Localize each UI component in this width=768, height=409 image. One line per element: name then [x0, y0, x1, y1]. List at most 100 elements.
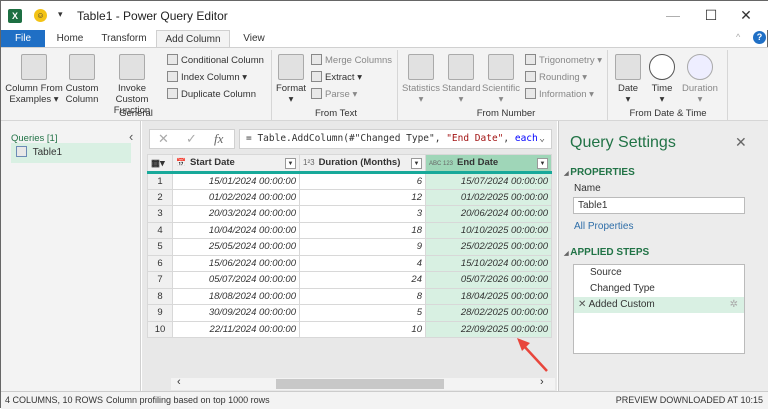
- maximize-button[interactable]: ☐: [701, 7, 721, 24]
- table-row: 7 05/07/2024 00:00:00 24 05/07/2026 00:00:0…: [147, 271, 552, 289]
- cell-duration[interactable]: 4: [299, 254, 426, 272]
- expand-formula-icon[interactable]: ⌄: [539, 130, 545, 148]
- cell-duration[interactable]: 18: [299, 221, 426, 239]
- cell-start-date[interactable]: 15/06/2024 00:00:00: [172, 254, 300, 272]
- cell-start-date[interactable]: 20/03/2024 00:00:00: [172, 205, 300, 223]
- collapse-ribbon-icon[interactable]: ^: [736, 32, 740, 42]
- cell-end-date[interactable]: 01/02/2025 00:00:00: [425, 188, 552, 206]
- ribbon: Column From Examples ▾ Custom Column Inv…: [1, 47, 768, 121]
- cell-end-date[interactable]: 18/04/2025 00:00:00: [425, 287, 552, 305]
- cell-start-date[interactable]: 01/02/2024 00:00:00: [172, 188, 300, 206]
- column-header-end-date[interactable]: ABC 123 End Date ▼: [425, 154, 552, 174]
- filter-dropdown-icon[interactable]: ▼: [537, 158, 548, 169]
- query-item-table1[interactable]: Table1: [11, 143, 131, 163]
- tab-home[interactable]: Home: [49, 30, 91, 47]
- cell-start-date[interactable]: 25/05/2024 00:00:00: [172, 238, 300, 256]
- close-settings-icon[interactable]: ✕: [735, 134, 747, 151]
- cell-duration[interactable]: 9: [299, 238, 426, 256]
- tab-transform[interactable]: Transform: [97, 30, 151, 47]
- tab-view[interactable]: View: [233, 30, 275, 47]
- cell-start-date[interactable]: 22/11/2024 00:00:00: [172, 320, 300, 338]
- merge-columns-button[interactable]: Merge Columns: [311, 54, 392, 66]
- cell-duration[interactable]: 24: [299, 271, 426, 289]
- confirm-formula-icon[interactable]: ✓: [186, 131, 197, 147]
- table-menu-button[interactable]: ▦▾: [147, 154, 173, 174]
- status-profiling[interactable]: Column profiling based on top 1000 rows: [106, 392, 270, 409]
- cell-start-date[interactable]: 10/04/2024 00:00:00: [172, 221, 300, 239]
- filter-dropdown-icon[interactable]: ▼: [411, 158, 422, 169]
- cell-duration[interactable]: 6: [299, 172, 426, 190]
- column-header-duration[interactable]: 1²3 Duration (Months) ▼: [299, 154, 426, 174]
- duration-button[interactable]: Duration ▾: [679, 54, 721, 105]
- step-source[interactable]: Source: [574, 265, 744, 281]
- filter-dropdown-icon[interactable]: ▼: [285, 158, 296, 169]
- time-button[interactable]: Time ▾: [646, 54, 678, 105]
- standard-button[interactable]: Standard ▾: [442, 54, 481, 105]
- trigonometry-button[interactable]: Trigonometry ▾: [525, 54, 602, 66]
- tab-add-column[interactable]: Add Column: [156, 30, 230, 47]
- parse-button[interactable]: Parse ▾: [311, 88, 357, 100]
- status-columns-rows: 4 COLUMNS, 10 ROWS: [5, 395, 104, 405]
- invoke-custom-function-button[interactable]: Invoke Custom Function: [101, 54, 163, 116]
- column-header-start-date[interactable]: 📅 Start Date ▼: [172, 154, 300, 174]
- custom-column-button[interactable]: Custom Column: [64, 54, 100, 105]
- tab-file[interactable]: File: [1, 30, 45, 47]
- properties-header[interactable]: ◢ PROPERTIES: [564, 167, 635, 178]
- query-settings-pane: Query Settings ✕ ◢ PROPERTIES Name Table…: [558, 121, 768, 391]
- delete-step-icon[interactable]: ✕: [578, 299, 589, 310]
- fx-icon[interactable]: fx: [214, 131, 223, 147]
- collapse-queries-icon[interactable]: ‹: [129, 129, 133, 144]
- cell-end-date[interactable]: 15/07/2024 00:00:00: [425, 172, 552, 190]
- cell-end-date[interactable]: 05/07/2026 00:00:00: [425, 271, 552, 289]
- close-button[interactable]: ✕: [736, 7, 756, 24]
- applied-steps-header[interactable]: ◢ APPLIED STEPS: [564, 247, 649, 258]
- cell-duration[interactable]: 5: [299, 304, 426, 322]
- parse-icon: [311, 88, 322, 99]
- conditional-column-button[interactable]: Conditional Column: [167, 54, 264, 66]
- help-icon[interactable]: ?: [753, 31, 766, 44]
- gear-icon[interactable]: ✲: [730, 297, 738, 313]
- cell-end-date[interactable]: 25/02/2025 00:00:00: [425, 238, 552, 256]
- row-number: 9: [147, 304, 173, 322]
- table-row: 10 22/11/2024 00:00:00 10 22/09/2025 00:00:…: [147, 320, 552, 338]
- cell-start-date[interactable]: 05/07/2024 00:00:00: [172, 271, 300, 289]
- minimize-button[interactable]: —: [663, 7, 683, 23]
- scientific-button[interactable]: Scientific ▾: [481, 54, 521, 105]
- table-row: 8 18/08/2024 00:00:00 8 18/04/2025 00:00:00: [147, 287, 552, 305]
- duplicate-column-button[interactable]: Duplicate Column: [167, 88, 256, 100]
- information-button[interactable]: Information ▾: [525, 88, 594, 100]
- cancel-formula-icon[interactable]: ✕: [158, 131, 169, 147]
- quick-access-dropdown-icon[interactable]: ▾: [58, 9, 63, 20]
- formula-input[interactable]: = Table.AddColumn(#"Changed Type", "End …: [239, 129, 552, 149]
- cell-end-date[interactable]: 10/10/2025 00:00:00: [425, 221, 552, 239]
- statistics-button[interactable]: Statistics ▾: [401, 54, 441, 105]
- cell-start-date[interactable]: 30/09/2024 00:00:00: [172, 304, 300, 322]
- all-properties-link[interactable]: All Properties: [574, 221, 633, 232]
- row-number: 10: [147, 320, 173, 338]
- rounding-button[interactable]: Rounding ▾: [525, 71, 587, 83]
- column-from-examples-button[interactable]: Column From Examples ▾: [5, 54, 63, 105]
- cell-end-date[interactable]: 20/06/2024 00:00:00: [425, 205, 552, 223]
- scrollbar-thumb[interactable]: [276, 379, 444, 389]
- format-button[interactable]: Format ▾: [275, 54, 307, 105]
- query-name-input[interactable]: Table1: [573, 197, 745, 214]
- smiley-feedback-icon[interactable]: ☺: [34, 9, 47, 22]
- horizontal-scrollbar[interactable]: ‹ ›: [171, 376, 555, 390]
- scroll-left-icon[interactable]: ‹: [177, 376, 181, 388]
- cell-duration[interactable]: 12: [299, 188, 426, 206]
- cell-start-date[interactable]: 18/08/2024 00:00:00: [172, 287, 300, 305]
- extract-button[interactable]: Extract ▾: [311, 71, 362, 83]
- cell-end-date[interactable]: 28/02/2025 00:00:00: [425, 304, 552, 322]
- step-added-custom[interactable]: ✕ Added Custom ✲: [574, 297, 744, 313]
- cell-start-date[interactable]: 15/01/2024 00:00:00: [172, 172, 300, 190]
- date-button[interactable]: Date ▾: [611, 54, 645, 105]
- scroll-right-icon[interactable]: ›: [540, 376, 544, 388]
- cell-duration[interactable]: 3: [299, 205, 426, 223]
- cell-end-date[interactable]: 15/10/2024 00:00:00: [425, 254, 552, 272]
- cell-duration[interactable]: 10: [299, 320, 426, 338]
- cell-duration[interactable]: 8: [299, 287, 426, 305]
- index-column-button[interactable]: Index Column ▾: [167, 71, 247, 83]
- step-changed-type[interactable]: Changed Type: [574, 281, 744, 297]
- window-title: Table1 - Power Query Editor: [77, 9, 228, 23]
- formula-bar: ✕ ✓ fx = Table.AddColumn(#"Changed Type"…: [149, 129, 552, 149]
